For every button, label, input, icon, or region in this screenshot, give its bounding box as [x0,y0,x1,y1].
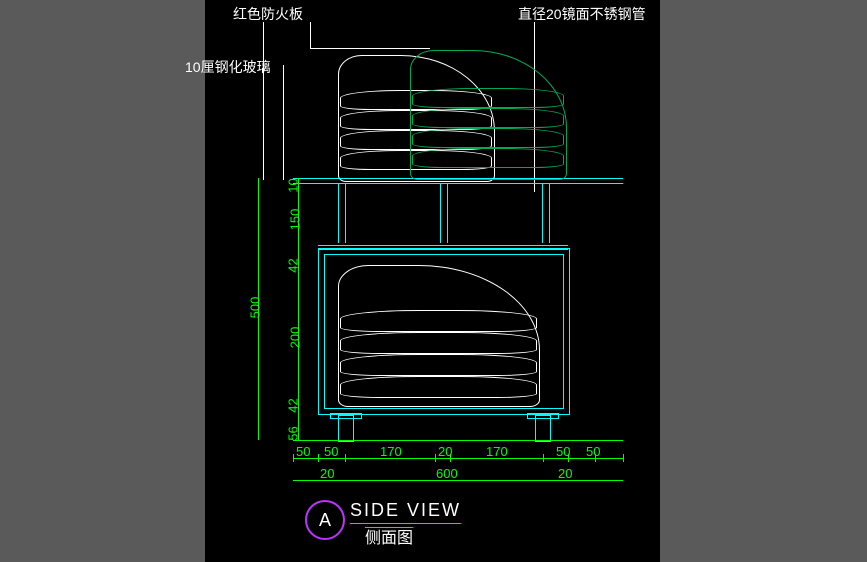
foot [535,415,551,442]
clothes-fold [340,310,537,332]
floor-line [293,440,623,441]
dim-42: 42 [286,258,301,272]
tick [623,454,624,462]
dim-56: 56 [286,426,301,440]
clothes-fold [340,354,537,376]
clothes-fold [340,332,537,354]
view-label-block: SIDE VIEW 侧面图 [310,500,461,548]
view-title-zh: 侧面图 [365,527,413,547]
dim-200: 200 [287,327,302,349]
dim-600: 600 [436,466,458,481]
foot-plate [527,413,559,419]
dim-20b: 20 [320,466,334,481]
leader-line [310,48,430,49]
dim-line-h1 [293,458,623,459]
tick [293,454,294,462]
dim-50d: 50 [586,444,600,459]
dim-20c: 20 [558,466,572,481]
clothes-fold [340,376,537,398]
tick [435,454,436,462]
dim-150: 150 [287,209,302,231]
dim-500: 500 [247,297,262,319]
foot-plate [330,413,362,419]
foot [338,415,354,442]
clothes-fold-back [412,148,564,168]
tube [542,183,550,243]
dim-42b: 42 [286,398,301,412]
dim-170a: 170 [380,444,402,459]
dim-line-h2 [293,480,623,481]
dim-170b: 170 [486,444,508,459]
clothes-fold-back [412,88,564,108]
callout-steel-tube: 直径20镜面不锈钢管 [518,4,646,24]
tube [338,183,346,243]
tick [318,454,319,462]
view-title-en: SIDE VIEW [350,500,461,524]
dim-50a: 50 [296,444,310,459]
clothes-fold-back [412,128,564,148]
tick [543,454,544,462]
tick [345,454,346,462]
leader-line [283,65,284,180]
tick [595,454,596,462]
tube [440,183,448,243]
dim-50b: 50 [324,444,338,459]
clothes-fold-back [412,108,564,128]
tick [568,454,569,462]
callout-glass: 10厘钢化玻璃 [185,57,271,77]
leader-line [310,22,311,48]
tick [450,454,451,462]
callout-fire-board: 红色防火板 [233,4,303,24]
cad-viewport[interactable]: 红色防火板 直径20镜面不锈钢管 10厘钢化玻璃 500 10 150 42 2… [0,0,867,562]
leader-line [263,22,264,180]
dim-10: 10 [286,178,301,192]
